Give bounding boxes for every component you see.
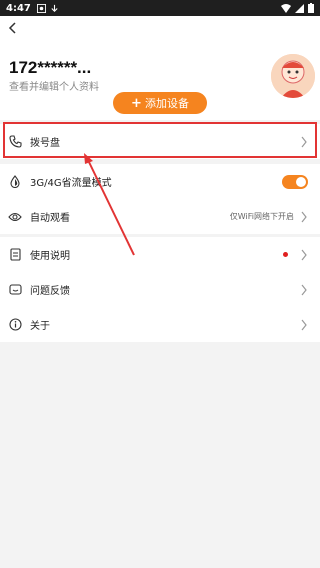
- add-device-label: 添加设备: [144, 97, 189, 110]
- profile-name[interactable]: 172******...: [9, 58, 91, 78]
- profile-subtitle[interactable]: 查看并编辑个人资料: [9, 78, 99, 93]
- chevron-right-icon: [301, 211, 307, 222]
- droplet-icon: [8, 175, 22, 189]
- notification-icon: [36, 3, 46, 13]
- avatar-image: [271, 54, 315, 98]
- unread-dot: [283, 252, 288, 257]
- data-saver-label: 3G/4G省流量模式: [30, 178, 112, 189]
- feedback-label: 问题反馈: [30, 286, 70, 297]
- eye-icon: [8, 210, 22, 224]
- info-card: 使用说明 问题反馈 关于: [0, 237, 320, 342]
- plus-icon: +: [131, 95, 142, 111]
- chevron-right-icon: [301, 249, 307, 260]
- info-icon: [8, 318, 22, 332]
- auto-watch-value: 仅WiFi网络下开启: [229, 212, 294, 221]
- chevron-right-icon: [301, 319, 307, 330]
- menu-item-data-saver: 3G/4G省流量模式: [0, 164, 320, 199]
- phone-icon: [8, 135, 22, 149]
- dialpad-card: 拨号盘: [0, 124, 320, 159]
- chevron-right-icon: [301, 284, 307, 295]
- download-icon: [51, 4, 58, 12]
- battery-icon: [308, 3, 314, 13]
- menu-item-dialpad[interactable]: 拨号盘: [0, 124, 320, 159]
- menu-item-manual[interactable]: 使用说明: [0, 237, 320, 272]
- chevron-right-icon: [301, 136, 307, 147]
- menu-item-feedback[interactable]: 问题反馈: [0, 272, 320, 307]
- dialpad-label: 拨号盘: [30, 138, 60, 149]
- data-saver-toggle[interactable]: [282, 174, 308, 189]
- manual-label: 使用说明: [30, 251, 70, 262]
- settings-card: 3G/4G省流量模式 自动观看 仅WiFi网络下开启: [0, 164, 320, 234]
- chevron-left-icon[interactable]: [6, 20, 20, 36]
- auto-watch-label: 自动观看: [30, 213, 70, 224]
- menu-item-about[interactable]: 关于: [0, 307, 320, 342]
- menu-item-auto-watch[interactable]: 自动观看 仅WiFi网络下开启: [0, 199, 320, 234]
- chat-icon: [8, 283, 22, 297]
- wifi-icon: [281, 3, 291, 13]
- about-label: 关于: [30, 321, 50, 332]
- status-time: 4:47: [6, 2, 31, 14]
- signal-icon: [295, 3, 304, 13]
- add-device-button[interactable]: + 添加设备: [113, 92, 207, 114]
- avatar[interactable]: [271, 54, 315, 98]
- document-icon: [8, 248, 22, 262]
- status-bar: 4:47: [0, 0, 320, 16]
